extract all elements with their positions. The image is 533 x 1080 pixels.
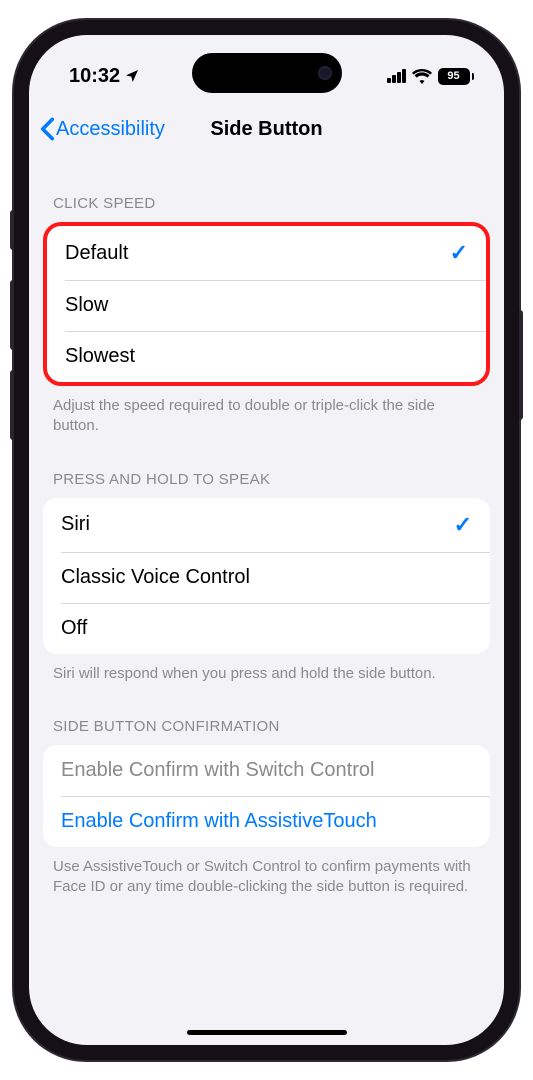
row-label: Siri xyxy=(61,513,90,536)
status-time: 10:32 xyxy=(69,65,120,88)
press-hold-group: Siri ✓ Classic Voice Control Off xyxy=(43,498,490,654)
row-label: Enable Confirm with Switch Control xyxy=(61,759,374,782)
phone-frame: 10:32 95 Accessibility Side xyxy=(14,20,519,1060)
row-label: Enable Confirm with AssistiveTouch xyxy=(61,810,377,833)
dynamic-island xyxy=(192,53,342,93)
battery-level: 95 xyxy=(447,70,459,82)
click-speed-slow[interactable]: Slow xyxy=(47,280,486,331)
section-header-confirmation: SIDE BUTTON CONFIRMATION xyxy=(29,684,504,745)
location-icon xyxy=(124,68,140,84)
page-title: Side Button xyxy=(29,118,504,141)
row-label: Slowest xyxy=(65,345,135,368)
row-label: Off xyxy=(61,617,87,640)
home-indicator[interactable] xyxy=(187,1030,347,1035)
press-hold-classic[interactable]: Classic Voice Control xyxy=(43,552,490,603)
section-header-press-hold: PRESS AND HOLD TO SPEAK xyxy=(29,437,504,498)
row-label: Classic Voice Control xyxy=(61,566,250,589)
confirmation-group: Enable Confirm with Switch Control Enabl… xyxy=(43,745,490,847)
click-speed-slowest[interactable]: Slowest xyxy=(47,331,486,382)
click-speed-default[interactable]: Default ✓ xyxy=(47,226,486,280)
wifi-icon xyxy=(412,69,432,84)
checkmark-icon: ✓ xyxy=(450,240,468,266)
confirm-switch-control: Enable Confirm with Switch Control xyxy=(43,745,490,796)
navigation-bar: Accessibility Side Button xyxy=(29,105,504,153)
press-hold-footer: Siri will respond when you press and hol… xyxy=(29,654,504,684)
section-header-click-speed: CLICK SPEED xyxy=(29,153,504,222)
click-speed-footer: Adjust the speed required to double or t… xyxy=(29,386,504,437)
checkmark-icon: ✓ xyxy=(454,512,472,538)
confirm-assistivetouch[interactable]: Enable Confirm with AssistiveTouch xyxy=(43,796,490,847)
confirmation-footer: Use AssistiveTouch or Switch Control to … xyxy=(29,847,504,898)
click-speed-group: Default ✓ Slow Slowest xyxy=(43,222,490,386)
press-hold-off[interactable]: Off xyxy=(43,603,490,654)
battery-icon: 95 xyxy=(438,68,475,85)
cell-signal-icon xyxy=(387,69,406,83)
screen: 10:32 95 Accessibility Side xyxy=(29,35,504,1045)
press-hold-siri[interactable]: Siri ✓ xyxy=(43,498,490,552)
row-label: Slow xyxy=(65,294,108,317)
row-label: Default xyxy=(65,242,128,265)
